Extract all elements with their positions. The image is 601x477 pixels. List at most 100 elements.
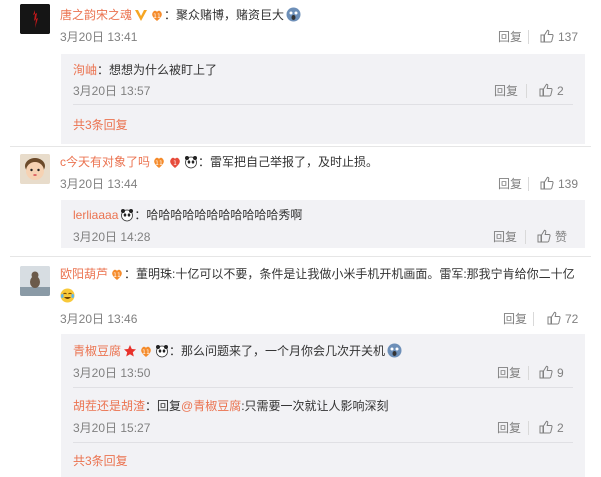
avatar-image xyxy=(20,4,50,34)
like-count: 137 xyxy=(558,30,579,44)
reply-text: :只需要一次就让人影响深刻 xyxy=(241,399,389,413)
divider xyxy=(528,366,529,380)
reply-button[interactable]: 回复 xyxy=(498,29,522,45)
scream-emoji-icon xyxy=(387,343,402,358)
reply-username[interactable]: 青椒豆腐 xyxy=(73,344,121,358)
thumbs-up-icon xyxy=(540,176,554,194)
comment-text: ：董明珠:十亿可以不要，条件是让我做小米手机开机画面。雷军:那我宁肯给你二十亿 xyxy=(124,267,575,281)
more-replies-link[interactable]: 共3条回复 xyxy=(73,453,128,469)
reply-line: 胡茬还是胡渣：回复@青椒豆腐:只需要一次就让人影响深刻 xyxy=(73,398,389,414)
avatar[interactable] xyxy=(20,4,50,34)
comment-line: 唐之韵宋之魂 11 ：聚众赌博，赌资巨大 xyxy=(60,7,301,23)
divider xyxy=(73,104,573,105)
like-count: 赞 xyxy=(555,230,568,244)
reply-username[interactable]: 胡茬还是胡渣 xyxy=(73,399,145,413)
reply-username[interactable]: 洵岫 xyxy=(73,63,97,77)
like-button[interactable]: 2 xyxy=(539,83,564,101)
reply-line: 青椒豆腐 11 ：那么问题来了，一个月你会几次开关机 xyxy=(73,343,402,359)
thumbs-up-icon xyxy=(537,229,551,247)
divider xyxy=(526,84,527,98)
avatar-image xyxy=(20,266,50,296)
fans-badge-icon: 11 xyxy=(110,267,124,281)
replies-panel: 洵岫：想想为什么被盯上了 3月20日 13:57 回复 2 共3条回复 xyxy=(61,54,585,144)
more-replies-link[interactable]: 共3条回复 xyxy=(73,117,128,133)
like-button[interactable]: 137 xyxy=(540,29,578,47)
divider xyxy=(528,30,529,44)
comment-text: ：雷军把自己举报了，及时止损。 xyxy=(198,155,379,169)
thumbs-up-icon xyxy=(539,365,553,383)
replies-panel: lerliaaaa ：哈哈哈哈哈哈哈哈哈哈哈秀啊 3月20日 14:28 回复 赞 xyxy=(61,200,585,248)
reply-text: ：那么问题来了，一个月你会几次开关机 xyxy=(169,344,386,358)
like-button[interactable]: 9 xyxy=(539,365,564,383)
laugh-cry-emoji-icon xyxy=(60,288,75,303)
like-button[interactable]: 72 xyxy=(547,311,578,329)
like-count: 139 xyxy=(558,177,579,191)
divider xyxy=(525,230,526,244)
reply-button[interactable]: 回复 xyxy=(493,229,517,245)
avatar[interactable] xyxy=(20,266,50,296)
divider xyxy=(533,312,534,326)
mention-link[interactable]: @青椒豆腐 xyxy=(181,399,241,413)
thumbs-up-icon xyxy=(547,311,561,329)
reply-text: ：哈哈哈哈哈哈哈哈哈哈哈秀啊 xyxy=(134,208,303,222)
like-count: 2 xyxy=(557,84,564,98)
reply-time: 3月20日 13:57 xyxy=(73,84,151,98)
panda-icon xyxy=(120,208,134,222)
comment-time: 3月20日 13:44 xyxy=(60,177,138,191)
like-button[interactable]: 赞 xyxy=(537,229,567,247)
panda-icon xyxy=(184,155,198,169)
reply-line: 洵岫：想想为什么被盯上了 xyxy=(73,62,217,78)
comment-username[interactable]: 欧阳葫芦 xyxy=(60,267,108,281)
like-count: 2 xyxy=(557,421,564,435)
comment-time: 3月20日 13:46 xyxy=(60,312,138,326)
divider xyxy=(73,387,573,388)
fans-badge-icon: 11 xyxy=(139,344,153,358)
replies-panel: 青椒豆腐 11 ：那么问题来了，一个月你会几次开关机 3月20日 13:50 回复 … xyxy=(61,334,585,477)
scream-emoji-icon xyxy=(286,7,301,22)
verified-v-icon xyxy=(134,8,148,22)
star-badge-icon xyxy=(123,344,137,358)
svg-text:11: 11 xyxy=(113,272,121,279)
svg-text:11: 11 xyxy=(142,349,150,356)
avatar[interactable] xyxy=(20,154,50,184)
reply-button[interactable]: 回复 xyxy=(498,176,522,192)
comment-username[interactable]: 唐之韵宋之魂 xyxy=(60,8,132,22)
fans-badge-icon: 1 xyxy=(168,155,182,169)
comment-text: ：聚众赌博，赌资巨大 xyxy=(164,8,285,22)
comment-line: c今天有对象了吗 11 1 ：雷军把自己举报了，及时止损。 xyxy=(60,154,378,170)
thumbs-up-icon xyxy=(539,420,553,438)
reply-time: 3月20日 15:27 xyxy=(73,421,151,435)
reply-line: lerliaaaa ：哈哈哈哈哈哈哈哈哈哈哈秀啊 xyxy=(73,207,302,223)
avatar-image xyxy=(20,154,50,184)
reply-username[interactable]: lerliaaaa xyxy=(73,208,118,222)
reply-prefix: ：回复 xyxy=(145,399,182,413)
svg-text:11: 11 xyxy=(153,13,161,20)
divider xyxy=(10,256,591,257)
svg-text:1: 1 xyxy=(173,160,177,167)
divider xyxy=(73,442,573,443)
reply-button[interactable]: 回复 xyxy=(497,365,521,381)
divider xyxy=(528,421,529,435)
comment-line xyxy=(60,288,75,304)
reply-time: 3月20日 13:50 xyxy=(73,366,151,380)
fans-badge-icon: 11 xyxy=(150,8,165,22)
comment-time: 3月20日 13:41 xyxy=(60,30,138,44)
svg-text:11: 11 xyxy=(155,160,163,167)
like-count: 9 xyxy=(557,366,564,380)
thumbs-up-icon xyxy=(540,29,554,47)
comment-username[interactable]: c今天有对象了吗 xyxy=(60,155,150,169)
like-button[interactable]: 139 xyxy=(540,176,578,194)
reply-time: 3月20日 14:28 xyxy=(73,230,151,244)
divider xyxy=(528,177,529,191)
reply-button[interactable]: 回复 xyxy=(503,311,527,327)
reply-button[interactable]: 回复 xyxy=(494,83,518,99)
fans-badge-icon: 11 xyxy=(152,155,166,169)
comment-line: 欧阳葫芦 11 ：董明珠:十亿可以不要，条件是让我做小米手机开机画面。雷军:那我宁肯… xyxy=(60,266,575,282)
reply-button[interactable]: 回复 xyxy=(497,420,521,436)
like-button[interactable]: 2 xyxy=(539,420,564,438)
panda-icon xyxy=(155,344,169,358)
reply-text: ：想想为什么被盯上了 xyxy=(97,63,218,77)
thumbs-up-icon xyxy=(539,83,553,101)
like-count: 72 xyxy=(565,312,579,326)
divider xyxy=(10,146,591,147)
